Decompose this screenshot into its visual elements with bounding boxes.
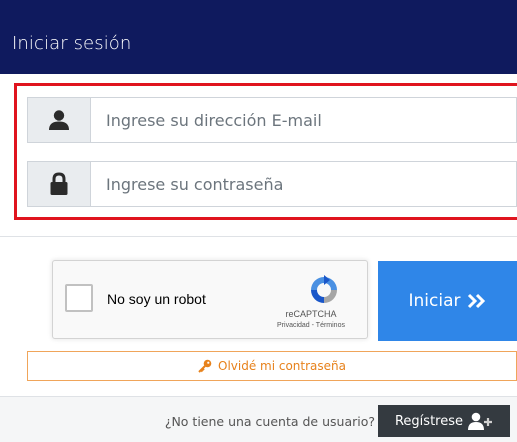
recaptcha-privacy-terms-links[interactable]: Privacidad - Términos — [261, 322, 361, 329]
page-title: Iniciar sesión — [12, 33, 132, 54]
login-footer: ¿No tiene una cuenta de usuario? Regístr… — [0, 396, 517, 442]
email-field-group — [27, 97, 517, 143]
password-field-group — [27, 161, 517, 207]
login-header: Iniciar sesión — [0, 0, 517, 74]
user-plus-icon — [468, 412, 492, 430]
password-input[interactable] — [92, 162, 516, 206]
login-button[interactable]: Iniciar — [378, 261, 517, 341]
recaptcha-label: No soy un robot — [107, 291, 206, 307]
recaptcha-widget: No soy un robot reCAPTCHA Privacidad - T… — [52, 260, 368, 339]
email-input[interactable] — [92, 98, 516, 142]
register-button[interactable]: Regístrese — [378, 405, 510, 437]
key-icon — [198, 359, 212, 373]
lock-icon — [28, 162, 91, 206]
recaptcha-logo-icon — [311, 275, 337, 303]
user-icon — [28, 98, 91, 142]
register-button-label: Regístrese — [394, 413, 463, 429]
section-divider — [0, 236, 517, 237]
no-account-question: ¿No tiene una cuenta de usuario? — [164, 414, 375, 429]
double-chevron-right-icon — [467, 293, 485, 309]
login-button-label: Iniciar — [408, 291, 461, 311]
recaptcha-checkbox[interactable] — [65, 284, 93, 312]
forgot-password-button[interactable]: Olvidé mi contraseña — [27, 351, 517, 381]
forgot-password-label: Olvidé mi contraseña — [218, 359, 346, 373]
recaptcha-brand: reCAPTCHA — [285, 309, 337, 319]
